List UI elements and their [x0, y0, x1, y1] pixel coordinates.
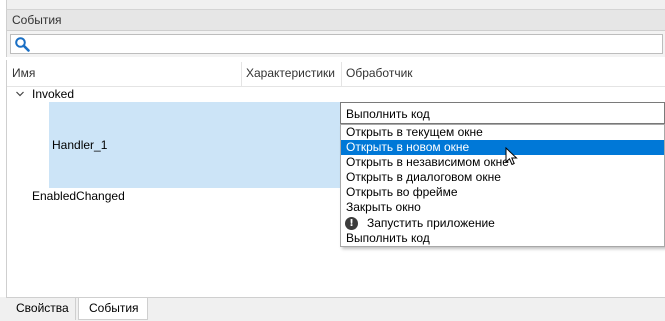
tab-events[interactable]: События — [78, 298, 148, 320]
dropdown-option-label: Запустить приложение — [367, 216, 495, 230]
column-separator[interactable] — [341, 62, 342, 86]
column-separator[interactable] — [241, 62, 242, 86]
mouse-cursor-icon — [505, 147, 518, 166]
bottom-tab-bar: Свойства События — [0, 297, 665, 321]
top-strip — [6, 0, 665, 10]
handler-combobox-value: Выполнить код — [346, 107, 430, 121]
events-panel: События Имя Характеристики Обработчик In… — [0, 0, 665, 321]
dropdown-option[interactable]: Закрыть окно — [341, 200, 664, 215]
dropdown-option[interactable]: Открыть в независимом окне — [341, 155, 664, 170]
dropdown-option[interactable]: Открыть во фрейме — [341, 185, 664, 200]
chevron-down-icon[interactable] — [15, 89, 25, 99]
dropdown-option[interactable]: Открыть в текущем окне — [341, 125, 664, 140]
handler-combobox[interactable]: Выполнить код — [340, 102, 665, 124]
search-row — [6, 31, 665, 57]
column-header-handler[interactable]: Обработчик — [346, 66, 413, 80]
search-input[interactable] — [10, 34, 663, 54]
header-divider — [7, 86, 665, 87]
tree-row-handler[interactable]: Handler_1 — [52, 138, 107, 152]
column-header-name[interactable]: Имя — [12, 66, 35, 80]
panel-header: События — [6, 10, 665, 31]
warning-icon: ! — [345, 217, 358, 230]
handler-dropdown-list: Открыть в текущем окне Открыть в новом о… — [340, 124, 665, 247]
search-icon — [15, 37, 30, 52]
column-header-characteristics[interactable]: Характеристики — [246, 66, 335, 80]
dropdown-option-highlighted[interactable]: Открыть в новом окне — [341, 140, 664, 155]
dropdown-option-run-app[interactable]: ! Запустить приложение — [341, 216, 664, 231]
tree-row-invoked[interactable]: Invoked — [32, 87, 74, 101]
tab-properties[interactable]: Свойства — [6, 298, 76, 320]
dropdown-option[interactable]: Открыть в диалоговом окне — [341, 170, 664, 185]
dropdown-option[interactable]: Выполнить код — [341, 231, 664, 246]
tree-row-enabledchanged[interactable]: EnabledChanged — [32, 189, 125, 203]
panel-title: События — [12, 13, 62, 27]
